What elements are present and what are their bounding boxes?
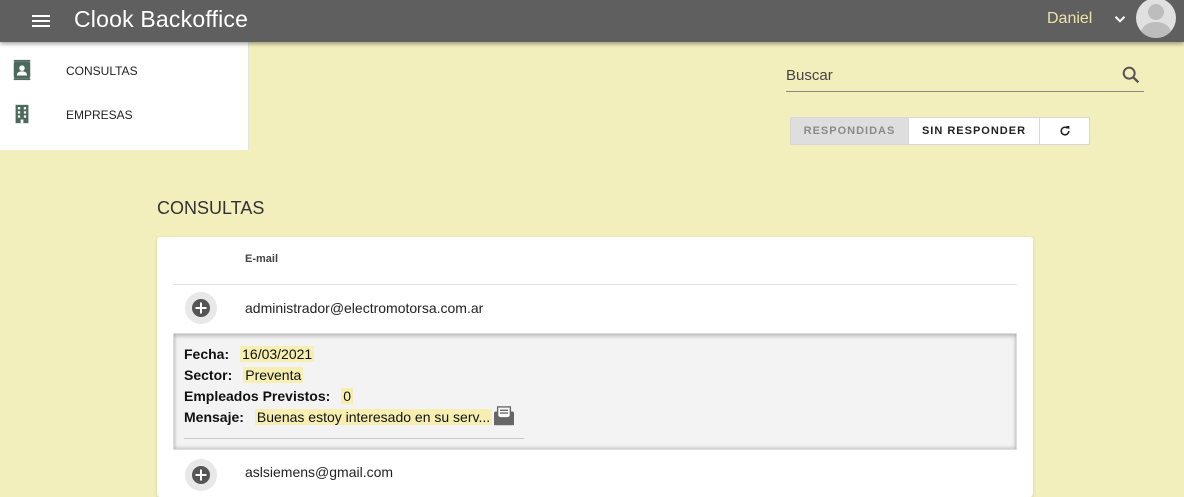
respondidas-button[interactable]: RESPONDIDAS bbox=[791, 118, 909, 144]
empleados-value: 0 bbox=[341, 388, 354, 404]
detail-divider bbox=[184, 438, 524, 439]
sidebar-item-empresas[interactable]: EMPRESAS bbox=[0, 93, 249, 137]
mensaje-label: Mensaje: bbox=[184, 409, 244, 425]
sin-responder-button[interactable]: SIN RESPONDER bbox=[909, 118, 1040, 144]
row-detail-panel: Fecha: 16/03/2021 Sector: Preventa Emple… bbox=[173, 333, 1017, 450]
add-circle-icon bbox=[192, 299, 210, 317]
message-icon[interactable] bbox=[493, 406, 515, 426]
table-row-email[interactable]: administrador@electromotorsa.com.ar bbox=[245, 300, 483, 316]
building-icon bbox=[15, 104, 29, 124]
add-circle-icon bbox=[192, 466, 210, 484]
detail-empleados: Empleados Previstos: 0 bbox=[184, 388, 354, 404]
mensaje-value: Buenas estoy interesado en su serv... bbox=[254, 409, 493, 425]
user-name[interactable]: Daniel bbox=[1047, 10, 1092, 28]
detail-fecha: Fecha: 16/03/2021 bbox=[184, 346, 315, 362]
chevron-down-icon[interactable] bbox=[1111, 10, 1129, 28]
expand-row-button[interactable] bbox=[185, 459, 217, 491]
sector-label: Sector: bbox=[184, 367, 233, 383]
sidebar-item-consultas[interactable]: CONSULTAS bbox=[0, 49, 249, 93]
fecha-label: Fecha: bbox=[184, 346, 230, 362]
filter-toggle-group: RESPONDIDAS SIN RESPONDER bbox=[790, 117, 1090, 145]
refresh-icon bbox=[1060, 126, 1070, 136]
expand-row-button[interactable] bbox=[185, 292, 217, 324]
page-title: CONSULTAS bbox=[157, 198, 265, 218]
contact-card-icon bbox=[13, 59, 31, 81]
menu-icon[interactable] bbox=[30, 9, 54, 33]
fecha-value: 16/03/2021 bbox=[240, 346, 315, 362]
sidebar-item-label: EMPRESAS bbox=[66, 108, 133, 122]
app-title: Clook Backoffice bbox=[74, 6, 249, 32]
search-icon[interactable] bbox=[1120, 64, 1142, 86]
divider bbox=[173, 284, 1017, 285]
refresh-button[interactable] bbox=[1040, 118, 1089, 144]
detail-sector: Sector: Preventa bbox=[184, 367, 304, 383]
detail-mensaje: Mensaje: Buenas estoy interesado en su s… bbox=[184, 409, 493, 425]
search-field bbox=[786, 62, 1144, 92]
sector-value: Preventa bbox=[243, 367, 304, 383]
app-bar: Clook Backoffice Daniel bbox=[0, 0, 1184, 42]
user-avatar-icon bbox=[1140, 4, 1172, 38]
column-header-email: E-mail bbox=[245, 253, 279, 265]
side-nav: CONSULTAS EMPRESAS bbox=[0, 42, 249, 150]
empleados-label: Empleados Previstos: bbox=[184, 388, 331, 404]
table-row-email[interactable]: aslsiemens@gmail.com bbox=[245, 464, 393, 480]
avatar[interactable] bbox=[1136, 0, 1176, 38]
search-input[interactable] bbox=[786, 62, 1106, 88]
consultas-table-card: E-mail administrador@electromotorsa.com.… bbox=[157, 237, 1033, 497]
sidebar-item-label: CONSULTAS bbox=[66, 64, 138, 78]
